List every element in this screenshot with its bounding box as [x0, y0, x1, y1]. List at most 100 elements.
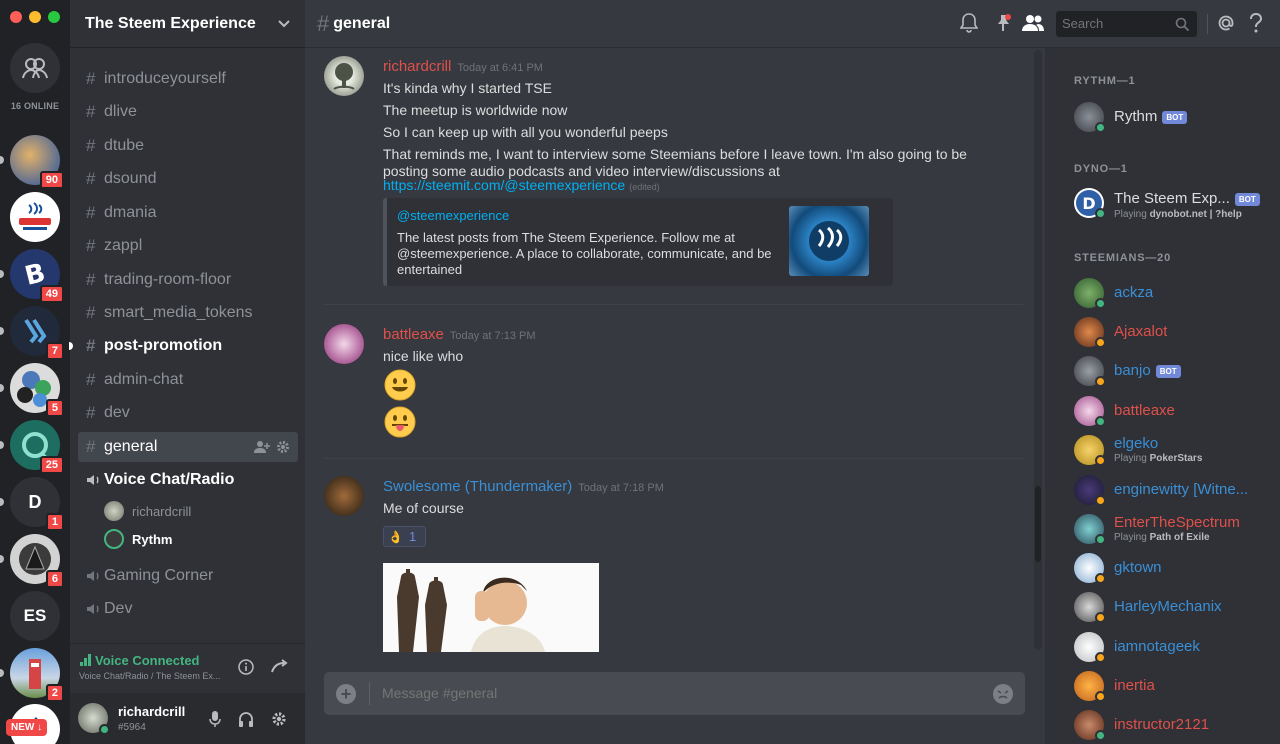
- member-iamnotageek[interactable]: iamnotageek: [1074, 628, 1274, 668]
- speaker-icon: [87, 604, 99, 614]
- channel-dtube[interactable]: # dtube: [78, 131, 298, 161]
- member-gktown[interactable]: gktown: [1074, 549, 1274, 589]
- close-window-button[interactable]: [10, 11, 22, 23]
- minimize-window-button[interactable]: [29, 11, 41, 23]
- guild-steemit-meetup[interactable]: [10, 192, 60, 242]
- zoom-window-button[interactable]: [48, 11, 60, 23]
- user-settings-gear-icon[interactable]: [271, 711, 287, 727]
- author-name[interactable]: richardcrill: [383, 58, 451, 75]
- activity-prefix: Playing: [1114, 209, 1150, 220]
- upload-plus-icon[interactable]: +: [336, 684, 356, 704]
- unread-pill: [69, 342, 73, 350]
- guild-blue-tower[interactable]: 2: [0, 648, 64, 702]
- member-dyno[interactable]: D The Steem Exp... BOT Playing dynobot.ne…: [1074, 184, 1274, 224]
- message-composer: +: [324, 672, 1025, 715]
- author-name[interactable]: Swolesome (Thundermaker): [383, 478, 572, 495]
- mention-badge: 25: [39, 456, 64, 474]
- reaction-button[interactable]: 👌 1: [383, 526, 426, 547]
- channel-zappl[interactable]: # zappl: [78, 231, 298, 261]
- member-enginewitty[interactable]: enginewitty [Witne...: [1074, 471, 1274, 511]
- channel-dev[interactable]: # dev: [78, 398, 298, 428]
- disconnect-icon[interactable]: [270, 659, 288, 675]
- member-elgeko[interactable]: elgeko Playing PokerStars: [1074, 431, 1274, 471]
- embed-title[interactable]: @steemexperience: [397, 208, 509, 223]
- author-name[interactable]: battleaxe: [383, 326, 444, 343]
- member-ackza[interactable]: ackza: [1074, 274, 1274, 314]
- guild-d[interactable]: D 1: [0, 477, 64, 531]
- message-avatar[interactable]: [324, 476, 364, 516]
- search-bar[interactable]: [1056, 11, 1197, 37]
- svg-text:D: D: [1082, 194, 1095, 213]
- member-enterthespectrum[interactable]: EnterTheSpectrum Playing Path of Exile: [1074, 510, 1274, 550]
- friends-home-button[interactable]: [10, 43, 60, 93]
- search-input[interactable]: [1062, 16, 1172, 31]
- chevron-down-icon: [278, 20, 290, 28]
- guild-pyramid[interactable]: 6: [0, 534, 64, 588]
- image-attachment[interactable]: [383, 563, 599, 652]
- voice-channel-voice-chat-radio[interactable]: Voice Chat/Radio: [78, 465, 298, 495]
- channel-trading-room-floor[interactable]: # trading-room-floor: [78, 265, 298, 295]
- voice-connection-panel: Voice Connected Voice Chat/Radio / The S…: [70, 643, 305, 693]
- guild-teal-circle[interactable]: 25: [0, 420, 64, 474]
- emoji-picker-icon[interactable]: [992, 683, 1014, 705]
- message-avatar[interactable]: [324, 324, 364, 364]
- member-inertia[interactable]: inertia: [1074, 667, 1274, 707]
- guild-es[interactable]: ES: [10, 591, 60, 641]
- member-ajaxalot[interactable]: Ajaxalot: [1074, 313, 1274, 353]
- channel-dmania[interactable]: # dmania: [78, 198, 298, 228]
- user-discriminator: #5964: [118, 722, 146, 733]
- channel-admin-chat[interactable]: # admin-chat: [78, 365, 298, 395]
- member-list-icon[interactable]: [1021, 13, 1045, 33]
- channel-introduceyourself[interactable]: # introduceyourself: [78, 64, 298, 94]
- member-instructor2121[interactable]: instructor2121: [1074, 706, 1274, 744]
- embed-thumbnail[interactable]: [789, 206, 869, 276]
- online-status-indicator: [1095, 416, 1106, 427]
- member-harleymechanix[interactable]: HarleyMechanix: [1074, 588, 1274, 628]
- pinned-messages-icon[interactable]: [993, 13, 1013, 33]
- mention-badge: 6: [45, 570, 64, 588]
- guild-crypto-mix[interactable]: 5: [0, 363, 64, 417]
- channel-general[interactable]: # general: [78, 432, 298, 462]
- unread-pill: [0, 441, 4, 449]
- bell-icon[interactable]: [960, 13, 978, 33]
- voice-channel-dev[interactable]: Dev: [78, 594, 298, 624]
- chat-scrollbar-thumb[interactable]: [1035, 486, 1041, 562]
- timestamp: Today at 7:18 PM: [578, 482, 664, 494]
- idle-status-indicator: [1095, 691, 1106, 702]
- voice-connected-channel[interactable]: Voice Chat/Radio / The Steem Ex...: [79, 671, 229, 681]
- voice-user-rythm[interactable]: Rythm: [104, 528, 172, 550]
- voice-channel-gaming-corner[interactable]: Gaming Corner: [78, 561, 298, 591]
- microphone-icon[interactable]: [209, 711, 221, 727]
- reaction-emoji: 👌: [388, 529, 403, 544]
- channel-dsound[interactable]: # dsound: [78, 164, 298, 194]
- create-invite-icon[interactable]: [254, 440, 270, 454]
- channel-post-promotion[interactable]: # post-promotion: [69, 331, 298, 361]
- member-battleaxe[interactable]: battleaxe: [1074, 392, 1274, 432]
- info-icon[interactable]: [238, 659, 254, 675]
- channel-label: dtube: [104, 137, 145, 154]
- channel-label: dev: [104, 404, 130, 421]
- status-indicator: [99, 724, 110, 735]
- member-banjo[interactable]: banjo BOT: [1074, 352, 1274, 392]
- hash-icon: #: [86, 336, 96, 355]
- headphones-icon[interactable]: [238, 711, 254, 727]
- guild-bittrex[interactable]: 7: [0, 306, 64, 360]
- gear-icon[interactable]: [276, 440, 290, 454]
- server-header[interactable]: The Steem Experience: [70, 0, 305, 48]
- channel-smart-media-tokens[interactable]: # smart_media_tokens: [78, 298, 298, 328]
- mention-badge: 49: [39, 285, 64, 303]
- mentions-at-icon[interactable]: [1216, 13, 1236, 33]
- message-input[interactable]: [382, 685, 962, 701]
- guild-server-1[interactable]: 90: [0, 135, 64, 189]
- message-link[interactable]: https://steemit.com/@steemexperience: [383, 177, 625, 193]
- member-rythm[interactable]: Rythm BOT: [1074, 98, 1274, 138]
- member-name: enginewitty [Witne...: [1114, 481, 1249, 498]
- channel-dlive[interactable]: # dlive: [78, 97, 298, 127]
- voice-user-richardcrill[interactable]: richardcrill: [104, 500, 191, 522]
- member-name: Rythm: [1114, 108, 1158, 125]
- new-unreads-button[interactable]: NEW ↓: [6, 719, 48, 736]
- avatar: [104, 501, 124, 521]
- guild-bitcoin[interactable]: B 49: [0, 249, 64, 303]
- help-icon[interactable]: [1249, 13, 1263, 33]
- message-avatar[interactable]: [324, 56, 364, 96]
